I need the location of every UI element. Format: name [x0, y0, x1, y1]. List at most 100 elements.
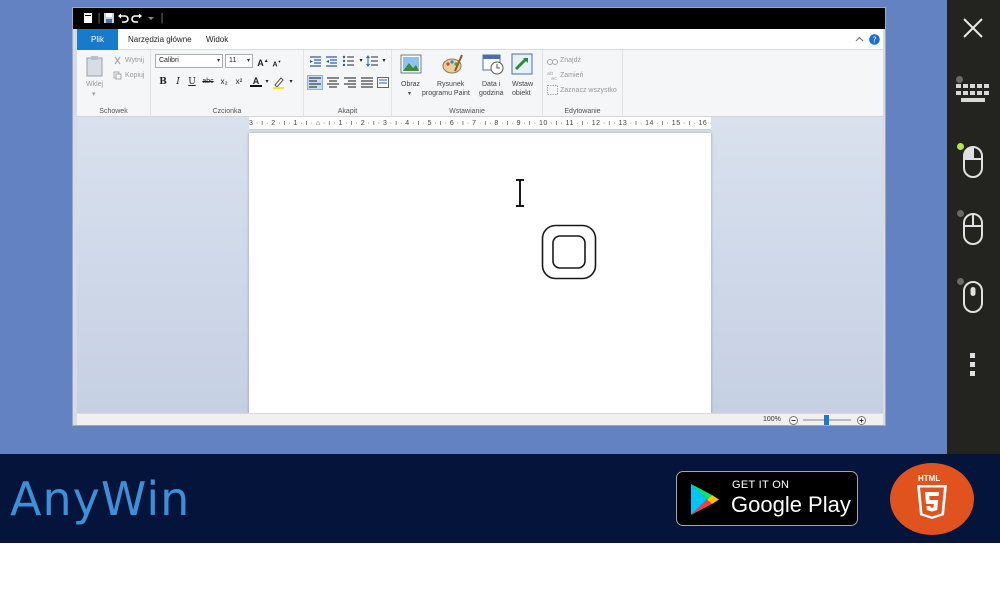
tab-view[interactable]: Widok [196, 29, 238, 50]
grow-font-icon[interactable]: A▲ [257, 55, 269, 68]
group-editing: Znajdź ab ac Zamień Zaznacz wszystko Edyt… [543, 50, 623, 117]
tab-home[interactable]: Narzędzia główne [118, 29, 202, 50]
mouse-right-button-icon[interactable] [962, 212, 984, 246]
anywin-logo: AnyWin [10, 472, 191, 526]
paragraph-settings-icon[interactable] [377, 77, 389, 88]
align-right-icon[interactable] [344, 77, 356, 88]
clipboard-group-label: Schowek [99, 108, 128, 115]
subscript-button[interactable]: x₂ [218, 76, 230, 88]
zoom-in-icon[interactable] [857, 416, 866, 425]
underline-button[interactable]: U [186, 76, 198, 88]
select-all-label[interactable]: Zaznacz wszystko [560, 87, 617, 94]
svg-text:ac: ac [551, 76, 557, 80]
paste-label[interactable]: Wklej [86, 81, 103, 88]
paint-label-line2[interactable]: programu Paint [422, 90, 470, 97]
wordpad-window: | | Plik Narzędzia główne Widok ? Wklej … [72, 7, 886, 426]
bullets-icon[interactable] [342, 55, 355, 67]
keyboard-icon[interactable] [955, 82, 995, 104]
insert-object-icon[interactable] [511, 53, 533, 75]
select-all-icon[interactable] [547, 85, 558, 95]
find-label[interactable]: Znajdź [560, 57, 581, 64]
find-icon[interactable] [547, 56, 558, 66]
picture-dropdown-icon[interactable]: ▾ [408, 90, 411, 97]
undo-icon[interactable] [117, 12, 129, 24]
insert-group-label: Wstawianie [449, 108, 485, 115]
touch-pointer-icon [541, 224, 597, 280]
highlight-icon[interactable] [272, 76, 285, 89]
font-family-value: Calibri [159, 57, 179, 64]
date-time-label-line1[interactable]: Data i [482, 81, 500, 88]
text-cursor-icon [516, 179, 524, 207]
zoom-slider-thumb[interactable] [824, 415, 829, 425]
help-icon[interactable]: ? [869, 34, 880, 45]
google-play-icon [691, 484, 719, 515]
svg-text:?: ? [872, 35, 876, 44]
google-play-badge[interactable]: GET IT ON Google Play [676, 471, 858, 526]
insert-object-label-line2[interactable]: obiekt [512, 90, 531, 97]
group-paragraph: ▾ ▾ Akapit [304, 50, 392, 117]
font-family-dropdown-icon: ▾ [216, 58, 220, 64]
cut-icon[interactable] [113, 56, 122, 65]
ribbon-tabs: Plik Narzędzia główne Widok ? [77, 29, 883, 50]
zoom-level: 100% [763, 416, 781, 423]
replace-icon[interactable]: abac [547, 70, 558, 80]
remote-desktop-stage[interactable]: | | Plik Narzędzia główne Widok ? Wklej … [0, 0, 947, 454]
ribbon: Wklej ▾ Wytnij Kopiuj Schowek Calibri ▾ 1… [77, 50, 883, 117]
paste-dropdown-arrow[interactable]: ▾ [92, 90, 96, 98]
decrease-indent-icon[interactable] [309, 55, 322, 67]
highlight-dropdown-icon[interactable]: ▾ [285, 76, 297, 88]
group-font: Calibri ▾ 11 ▾ A▲ A▼ B I U abc x₂ x² A ▾ ▾… [151, 50, 304, 117]
group-clipboard: Wklej ▾ Wytnij Kopiuj Schowek [77, 50, 151, 117]
cut-label[interactable]: Wytnij [125, 57, 144, 64]
paint-label-line1[interactable]: Rysunek [437, 81, 464, 88]
copy-label[interactable]: Kopiuj [125, 72, 144, 79]
font-size-value: 11 [229, 57, 237, 64]
insert-object-label-line1[interactable]: Wstaw [512, 81, 533, 88]
font-size-select[interactable]: 11 ▾ [225, 54, 253, 68]
italic-button[interactable]: I [172, 76, 184, 88]
promo-banner: AnyWin GET IT ON Google Play HTML [0, 454, 1000, 543]
html5-shield-icon [917, 485, 947, 519]
picture-label[interactable]: Obraz [401, 81, 420, 88]
collapse-ribbon-icon[interactable] [855, 35, 864, 44]
status-bar: 100% [77, 413, 883, 425]
increase-indent-icon[interactable] [325, 55, 338, 67]
html5-badge: HTML [890, 463, 974, 535]
horizontal-ruler[interactable]: 3 · ı · 2 · ı · 1 · ı · ⌂ · ı · 1 · ı · … [249, 117, 711, 130]
picture-icon[interactable] [400, 54, 422, 74]
title-bar: | | [73, 8, 885, 29]
document-workspace: 3 · ı · 2 · ı · 1 · ı · ⌂ · ı · 1 · ı · … [77, 117, 883, 415]
qa-separator-2: | [160, 12, 164, 24]
date-time-label-line2[interactable]: godzina [479, 90, 504, 97]
strikethrough-button[interactable]: abc [201, 76, 215, 88]
align-left-icon[interactable] [309, 77, 321, 88]
superscript-button[interactable]: x² [233, 76, 245, 88]
document-page[interactable] [249, 133, 711, 415]
replace-label[interactable]: Zamień [560, 72, 583, 79]
font-group-label: Czcionka [212, 108, 242, 115]
zoom-out-icon[interactable] [789, 416, 798, 425]
tab-file[interactable]: Plik [77, 29, 118, 50]
date-time-icon[interactable] [482, 53, 504, 75]
align-center-icon[interactable] [327, 77, 339, 88]
control-side-panel [947, 0, 1000, 454]
save-icon[interactable] [103, 12, 115, 24]
close-icon[interactable] [962, 17, 984, 39]
copy-icon[interactable] [113, 71, 122, 80]
mouse-middle-button-icon[interactable] [962, 280, 984, 314]
justify-icon[interactable] [361, 77, 373, 88]
paint-drawing-icon[interactable] [442, 53, 464, 75]
editing-group-label: Edytowanie [564, 108, 601, 115]
google-play-top-text: GET IT ON [732, 479, 790, 491]
mouse-left-button-icon[interactable] [962, 145, 984, 179]
font-family-select[interactable]: Calibri ▾ [155, 54, 223, 68]
paste-icon[interactable] [85, 55, 105, 77]
shrink-font-icon[interactable]: A▼ [271, 56, 283, 68]
paragraph-group-label: Akapit [337, 108, 358, 115]
group-insert: Obraz ▾ Rysunek programu Paint Data i go… [392, 50, 543, 117]
more-vertical-icon[interactable] [969, 352, 977, 378]
bold-button[interactable]: B [157, 76, 169, 88]
redo-icon[interactable] [131, 12, 143, 24]
line-spacing-dropdown-icon[interactable]: ▾ [378, 55, 390, 67]
font-size-dropdown-icon: ▾ [246, 58, 250, 64]
